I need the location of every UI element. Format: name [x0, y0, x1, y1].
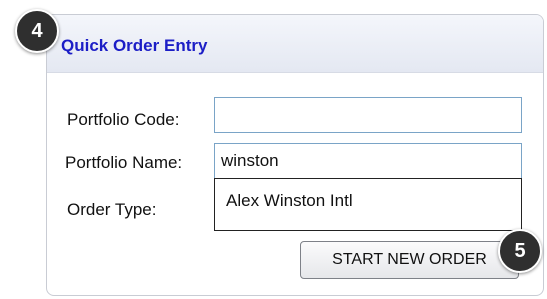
portfolio-name-input[interactable]	[214, 143, 522, 179]
portfolio-code-label: Portfolio Code:	[67, 110, 180, 129]
step-4-callout-badge: 4	[15, 9, 59, 53]
autocomplete-option-alex-winston-intl[interactable]: Alex Winston Intl	[226, 191, 353, 211]
panel-header: Quick Order Entry	[47, 15, 543, 73]
order-type-label: Order Type:	[67, 200, 157, 219]
quick-order-entry-screen: Quick Order Entry Portfolio Code: Portfo…	[0, 0, 547, 299]
portfolio-code-input[interactable]	[214, 97, 522, 133]
portfolio-name-label: Portfolio Name:	[65, 153, 183, 172]
portfolio-name-autocomplete-dropdown: Alex Winston Intl	[214, 178, 522, 231]
step-5-callout-badge: 5	[498, 229, 542, 273]
start-new-order-button[interactable]: START NEW ORDER	[300, 241, 519, 279]
quick-order-entry-panel: Quick Order Entry Portfolio Code: Portfo…	[46, 14, 544, 296]
panel-title: Quick Order Entry	[61, 36, 208, 55]
